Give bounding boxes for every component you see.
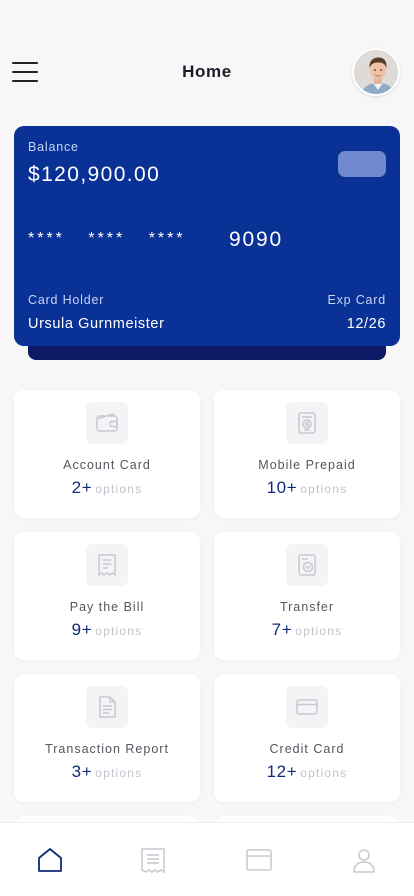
home-icon <box>38 848 62 872</box>
count-value: 10+ <box>266 478 298 497</box>
service-tile-credit-card[interactable]: Credit Card 12+ options <box>214 674 400 802</box>
bank-card[interactable]: Balance $120,900.00 **** **** **** 9090 … <box>14 126 400 346</box>
service-count: 3+ options <box>14 762 200 782</box>
card-chip-icon <box>338 151 386 177</box>
count-unit: options <box>95 482 143 496</box>
count-unit: options <box>300 766 348 780</box>
service-count: 7+ options <box>214 620 400 640</box>
nav-home[interactable] <box>35 845 65 875</box>
app-header: Home <box>0 44 414 100</box>
card-holder-label: Card Holder <box>28 293 105 307</box>
report-icon <box>86 686 128 728</box>
count-unit: options <box>95 766 143 780</box>
count-unit: options <box>300 482 348 496</box>
service-tile-account-card[interactable]: Account Card 2+ options <box>14 390 200 518</box>
count-unit: options <box>295 624 343 638</box>
count-value: 7+ <box>271 620 293 639</box>
avatar[interactable] <box>352 48 400 96</box>
profile-icon <box>353 849 375 873</box>
transfer-icon <box>286 544 328 586</box>
service-tile-transaction-report[interactable]: Transaction Report 3+ options <box>14 674 200 802</box>
card-expiry-value: 12/26 <box>346 316 386 332</box>
card-holder-name: Ursula Gurnmeister <box>28 316 165 332</box>
service-label: Pay the Bill <box>69 600 145 614</box>
service-count: 12+ options <box>214 762 400 782</box>
card-icon <box>246 849 272 871</box>
bill-icon <box>86 544 128 586</box>
count-unit: options <box>95 624 143 638</box>
count-value: 9+ <box>71 620 93 639</box>
card-number-masked: **** **** **** <box>28 230 186 247</box>
bottom-navigation <box>0 822 414 896</box>
balance-label: Balance <box>28 140 79 154</box>
count-value: 12+ <box>266 762 298 781</box>
receipt-icon <box>141 848 165 874</box>
service-label: Account Card <box>63 458 151 472</box>
count-value: 2+ <box>71 478 93 497</box>
service-count: 10+ options <box>214 478 400 498</box>
service-count: 9+ options <box>14 620 200 640</box>
service-label: Credit Card <box>269 742 345 756</box>
credit-card-icon <box>286 686 328 728</box>
service-label: Mobile Prepaid <box>258 458 356 472</box>
count-value: 3+ <box>71 762 93 781</box>
balance-value: $120,900.00 <box>28 163 161 186</box>
service-count: 2+ options <box>14 478 200 498</box>
service-tile-transfer[interactable]: Transfer 7+ options <box>214 532 400 660</box>
card-expiry-label: Exp Card <box>327 293 386 307</box>
service-tile-pay-the-bill[interactable]: Pay the Bill 9+ options <box>14 532 200 660</box>
card-number-last-four: 9090 <box>229 228 283 251</box>
mobile-prepaid-icon <box>286 402 328 444</box>
nav-card[interactable] <box>244 845 274 875</box>
service-label: Transfer <box>279 600 335 614</box>
nav-receipt[interactable] <box>138 845 168 875</box>
nav-profile[interactable] <box>349 845 379 875</box>
wallet-icon <box>86 402 128 444</box>
service-tile-mobile-prepaid[interactable]: Mobile Prepaid 10+ options <box>214 390 400 518</box>
service-label: Transaction Report <box>45 742 169 756</box>
